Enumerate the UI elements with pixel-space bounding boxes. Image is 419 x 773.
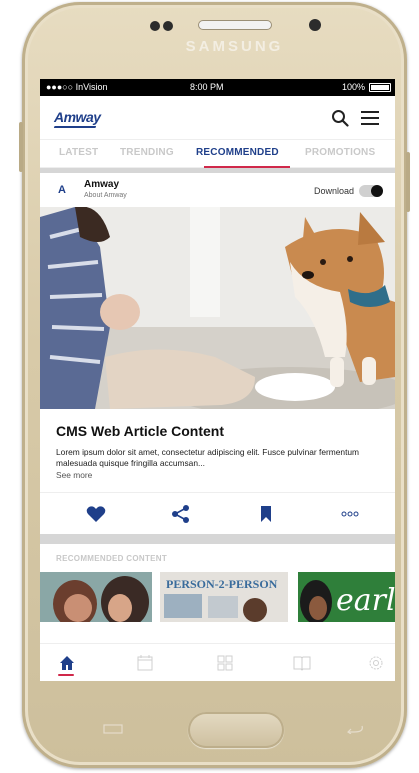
active-nav-indicator (58, 674, 74, 676)
see-more-link[interactable]: See more (40, 469, 395, 480)
front-camera-icon (309, 19, 321, 31)
poster-text: earl (336, 583, 395, 618)
bottom-navigation (40, 643, 395, 681)
bookmark-icon[interactable] (256, 505, 276, 523)
sensor-icon (150, 21, 160, 31)
author-avatar[interactable]: A (58, 184, 66, 196)
tab-promotions[interactable]: PROMOTIONS (305, 147, 375, 158)
article-hero-image[interactable] (40, 207, 395, 409)
hamburger-menu-icon[interactable] (361, 111, 379, 125)
tab-recommended[interactable]: RECOMMENDED (196, 147, 279, 158)
article-title[interactable]: CMS Web Article Content (40, 409, 395, 439)
sensor-icon (163, 21, 173, 31)
post-actions (40, 492, 395, 534)
home-icon[interactable] (58, 654, 76, 672)
recommended-card[interactable]: PERSON-2-PERSON (160, 572, 288, 622)
earpiece-speaker (198, 20, 272, 30)
logo-swoosh (53, 126, 97, 128)
download-toggle[interactable] (359, 185, 383, 197)
power-button (406, 152, 410, 212)
search-icon[interactable] (331, 109, 349, 127)
recent-apps-icon[interactable] (100, 724, 126, 734)
settings-icon[interactable] (367, 654, 385, 672)
recommended-card[interactable]: earl (298, 572, 395, 622)
book-icon[interactable] (293, 654, 311, 672)
post-header: A Amway About Amway Download (40, 173, 395, 207)
app-header: Amway (40, 96, 395, 140)
status-bar: ●●●○○ InVision 8:00 PM 100% (40, 79, 395, 96)
more-icon[interactable] (340, 505, 360, 523)
amway-logo[interactable]: Amway (54, 109, 101, 125)
hero-photo (40, 207, 395, 409)
author-name[interactable]: Amway (84, 179, 119, 190)
device-brand: SAMSUNG (185, 38, 284, 55)
battery-percent: 100% (341, 82, 365, 92)
poster-text: PERSON-2-PERSON (166, 577, 278, 591)
back-icon[interactable] (342, 724, 368, 734)
download-label: Download (313, 186, 354, 196)
heart-icon[interactable] (86, 505, 106, 523)
recommended-content-heading: RECOMMENDED CONTENT (56, 554, 168, 563)
battery-icon (369, 83, 391, 92)
grid-icon[interactable] (216, 654, 234, 672)
share-icon[interactable] (171, 505, 191, 523)
article-excerpt: Lorem ipsum dolor sit amet, consectetur … (56, 447, 360, 468)
toggle-knob (371, 185, 383, 197)
tab-trending[interactable]: TRENDING (120, 147, 174, 158)
author-subtitle: About Amway (84, 192, 127, 199)
carrier-label: ●●●○○ InVision (46, 82, 108, 92)
clock: 8:00 PM (190, 82, 224, 92)
home-hardware-button[interactable] (188, 712, 284, 748)
recommended-card[interactable] (40, 572, 152, 622)
category-tabs: LATEST TRENDING RECOMMENDED PROMOTIONS (40, 140, 395, 168)
volume-button (19, 122, 23, 172)
calendar-icon[interactable] (136, 654, 154, 672)
tab-latest[interactable]: LATEST (59, 147, 98, 158)
app-screen: ●●●○○ InVision 8:00 PM 100% Amway LATEST… (40, 79, 395, 681)
active-tab-indicator (204, 166, 290, 168)
section-divider (40, 534, 395, 544)
recommended-carousel: PERSON-2-PERSON earl (40, 572, 395, 622)
